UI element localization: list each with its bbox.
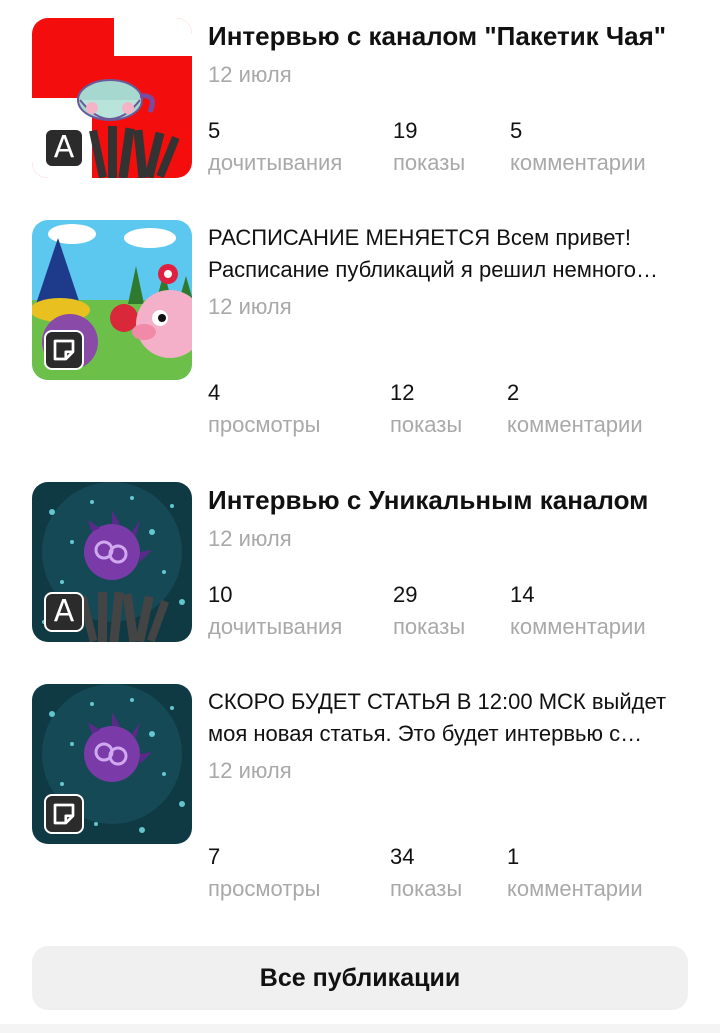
stat-label: комментарии — [510, 614, 646, 639]
post-title[interactable]: Интервью с каналом "Пакетик Чая" — [208, 18, 698, 54]
stat-impressions: 12 показы — [390, 378, 462, 442]
stat-value: 5 — [510, 118, 523, 143]
bottom-divider — [0, 1024, 720, 1033]
stat-value: 19 — [393, 118, 418, 143]
stat-label: комментарии — [510, 150, 646, 175]
stat-value: 14 — [510, 582, 535, 607]
stat-comments: 14 комментарии — [510, 580, 646, 644]
post-content: РАСПИСАНИЕ МЕНЯЕТСЯ Всем привет! Расписа… — [208, 220, 698, 437]
post-content: Интервью с Уникальным каналом 12 июля 10… — [208, 482, 698, 639]
stat-views: 7 просмотры — [208, 842, 320, 906]
post-note-icon — [44, 330, 84, 370]
stat-value: 5 — [208, 118, 221, 143]
post-content: СКОРО БУДЕТ СТАТЬЯ В 12:00 МСК выйдет мо… — [208, 684, 698, 901]
post-title[interactable]: Интервью с Уникальным каналом — [208, 482, 698, 518]
post-date: 12 июля — [208, 62, 292, 87]
stat-label: комментарии — [507, 412, 643, 437]
stat-reads: 10 дочитывания — [208, 580, 342, 644]
post-title[interactable]: РАСПИСАНИЕ МЕНЯЕТСЯ Всем привет! Расписа… — [208, 222, 698, 286]
stat-value: 2 — [507, 380, 520, 405]
stat-value: 29 — [393, 582, 418, 607]
publication-item[interactable]: РАСПИСАНИЕ МЕНЯЕТСЯ Всем привет! Расписа… — [32, 220, 692, 440]
publication-item[interactable]: A Интервью с каналом "Пакетик Чая" 12 ию… — [32, 18, 692, 188]
post-thumbnail[interactable]: A — [32, 18, 192, 178]
stat-value: 10 — [208, 582, 233, 607]
article-icon: A — [44, 128, 84, 168]
stat-impressions: 34 показы — [390, 842, 462, 906]
publication-item[interactable]: СКОРО БУДЕТ СТАТЬЯ В 12:00 МСК выйдет мо… — [32, 684, 692, 904]
post-content: Интервью с каналом "Пакетик Чая" 12 июля… — [208, 18, 698, 175]
stat-reads: 5 дочитывания — [208, 116, 342, 180]
stat-impressions: 19 показы — [393, 116, 465, 180]
stat-value: 1 — [507, 844, 520, 869]
post-title[interactable]: СКОРО БУДЕТ СТАТЬЯ В 12:00 МСК выйдет мо… — [208, 686, 698, 750]
post-thumbnail[interactable]: A — [32, 482, 192, 642]
stat-value: 12 — [390, 380, 415, 405]
stat-impressions: 29 показы — [393, 580, 465, 644]
stat-label: дочитывания — [208, 614, 343, 639]
publication-item[interactable]: A Интервью с Уникальным каналом 12 июля … — [32, 482, 692, 652]
stat-comments: 2 комментарии — [507, 378, 643, 442]
post-date: 12 июля — [208, 758, 292, 783]
stat-value: 7 — [208, 844, 221, 869]
stat-comments: 5 комментарии — [510, 116, 646, 180]
post-stats: 7 просмотры 34 показы 1 комментарии — [208, 842, 698, 912]
stat-label: показы — [393, 614, 466, 639]
stat-value: 4 — [208, 380, 221, 405]
stat-label: дочитывания — [208, 150, 343, 175]
post-note-icon — [44, 794, 84, 834]
post-stats: 10 дочитывания 29 показы 14 комментарии — [208, 580, 698, 650]
post-date: 12 июля — [208, 294, 292, 319]
post-stats: 4 просмотры 12 показы 2 комментарии — [208, 378, 698, 448]
post-thumbnail[interactable] — [32, 220, 192, 380]
stat-comments: 1 комментарии — [507, 842, 643, 906]
post-thumbnail[interactable] — [32, 684, 192, 844]
stat-value: 34 — [390, 844, 415, 869]
stat-label: показы — [390, 412, 463, 437]
stat-label: просмотры — [208, 876, 321, 901]
post-date: 12 июля — [208, 526, 292, 551]
stat-label: показы — [393, 150, 466, 175]
stat-views: 4 просмотры — [208, 378, 320, 442]
article-icon: A — [44, 592, 84, 632]
all-publications-button[interactable]: Все публикации — [32, 946, 688, 1010]
stat-label: показы — [390, 876, 463, 901]
stat-label: комментарии — [507, 876, 643, 901]
post-stats: 5 дочитывания 19 показы 5 комментарии — [208, 116, 698, 186]
stat-label: просмотры — [208, 412, 321, 437]
